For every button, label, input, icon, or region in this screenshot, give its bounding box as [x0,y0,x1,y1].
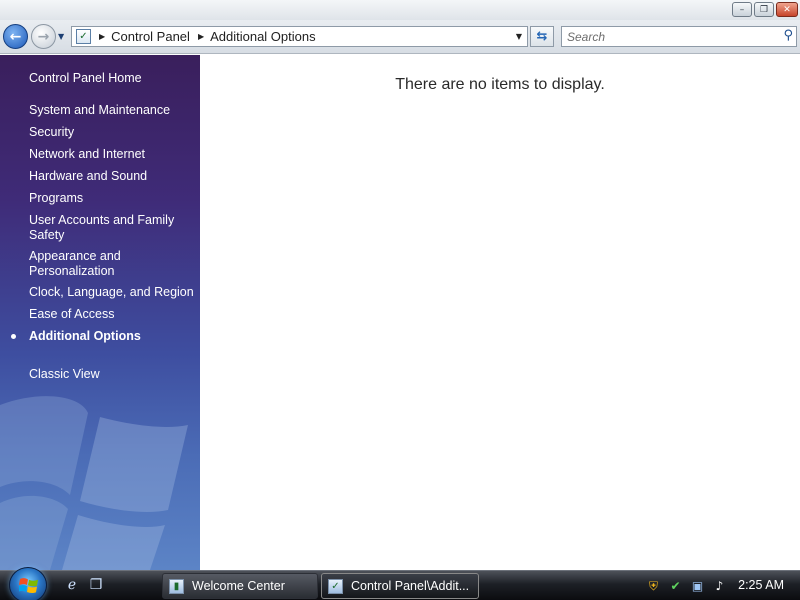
refresh-icon: ⇆ [536,29,548,44]
sidebar-item-appearance[interactable]: Appearance and Personalization [29,249,194,279]
sidebar-item-programs[interactable]: Programs [29,191,194,206]
sidebar-item-ease-of-access[interactable]: Ease of Access [29,307,194,322]
sidebar-item-security[interactable]: Security [29,125,194,140]
network-icon[interactable]: ▣ [689,578,706,595]
forward-button[interactable]: → [31,24,56,49]
maximize-button[interactable]: ❐ [754,2,774,17]
close-button[interactable]: ✕ [776,2,798,17]
recent-pages-dropdown[interactable]: ▼ [58,32,64,41]
refresh-button[interactable]: ⇆ [530,26,554,47]
control-panel-icon: ✓ [328,578,343,594]
sidebar-item-system-and-maintenance[interactable]: System and Maintenance [29,103,194,118]
speaker-icon[interactable]: ♪ [711,578,728,595]
switch-windows-icon[interactable]: ❐ [87,576,105,594]
taskbar-button-label: Control Panel\Addit... [351,579,470,593]
sidebar-item-hardware-and-sound[interactable]: Hardware and Sound [29,169,194,184]
shield-icon[interactable]: ⛨ [645,578,662,595]
address-bar[interactable]: ✓ ▶ Control Panel ▶ Additional Options ▼ [71,26,528,47]
control-panel-icon: ✓ [76,29,91,44]
taskbar-button-label: Welcome Center [192,579,285,593]
close-icon: ✕ [783,4,791,15]
network-status-icon[interactable]: ✔ [667,578,684,595]
minimize-button[interactable]: – [732,2,752,17]
taskbar: ℯ ❐ ▮ Welcome Center ✓ Control Panel\Add… [0,567,800,600]
breadcrumb-separator-icon[interactable]: ▶ [99,32,105,41]
minimize-icon: – [739,4,745,15]
search-placeholder: Search [567,30,606,44]
navigation-bar: ← → ▼ ✓ ▶ Control Panel ▶ Additional Opt… [0,20,800,54]
sidebar-item-user-accounts[interactable]: User Accounts and Family Safety [29,213,194,243]
restore-icon: ❐ [759,4,769,15]
forward-arrow-icon: → [37,28,50,45]
windows-start-orb-icon [19,578,38,593]
content-pane: There are no items to display. [200,55,800,570]
breadcrumb-control-panel[interactable]: Control Panel [111,29,190,44]
start-button[interactable] [9,567,47,600]
control-panel-sidebar: Control Panel Home System and Maintenanc… [0,55,200,570]
internet-explorer-icon[interactable]: ℯ [63,576,81,594]
clock[interactable]: 2:25 AM [738,578,784,592]
sidebar-classic-view[interactable]: Classic View [29,367,194,382]
windows-flag-watermark [0,396,188,570]
active-item-bullet-icon [11,334,16,339]
taskbar-button-control-panel[interactable]: ✓ Control Panel\Addit... [321,573,479,599]
search-input[interactable]: Search ⚲ [561,26,797,47]
window-controls: – ❐ ✕ [732,2,798,17]
sidebar-item-clock-language-region[interactable]: Clock, Language, and Region [29,285,194,300]
sidebar-item-additional-options[interactable]: Additional Options [29,329,194,344]
welcome-center-icon: ▮ [169,578,184,594]
back-arrow-icon: ← [9,28,22,45]
taskbar-button-welcome-center[interactable]: ▮ Welcome Center [162,573,318,599]
back-button[interactable]: ← [3,24,28,49]
sidebar-control-panel-home[interactable]: Control Panel Home [29,71,194,86]
address-dropdown-icon[interactable]: ▼ [516,32,522,41]
sidebar-item-network-and-internet[interactable]: Network and Internet [29,147,194,162]
empty-list-message: There are no items to display. [395,76,605,93]
breadcrumb-separator-icon[interactable]: ▶ [198,32,204,41]
magnifier-icon[interactable]: ⚲ [783,28,793,43]
window-titlebar: – ❐ ✕ [0,0,800,20]
breadcrumb-additional-options[interactable]: Additional Options [210,29,316,44]
